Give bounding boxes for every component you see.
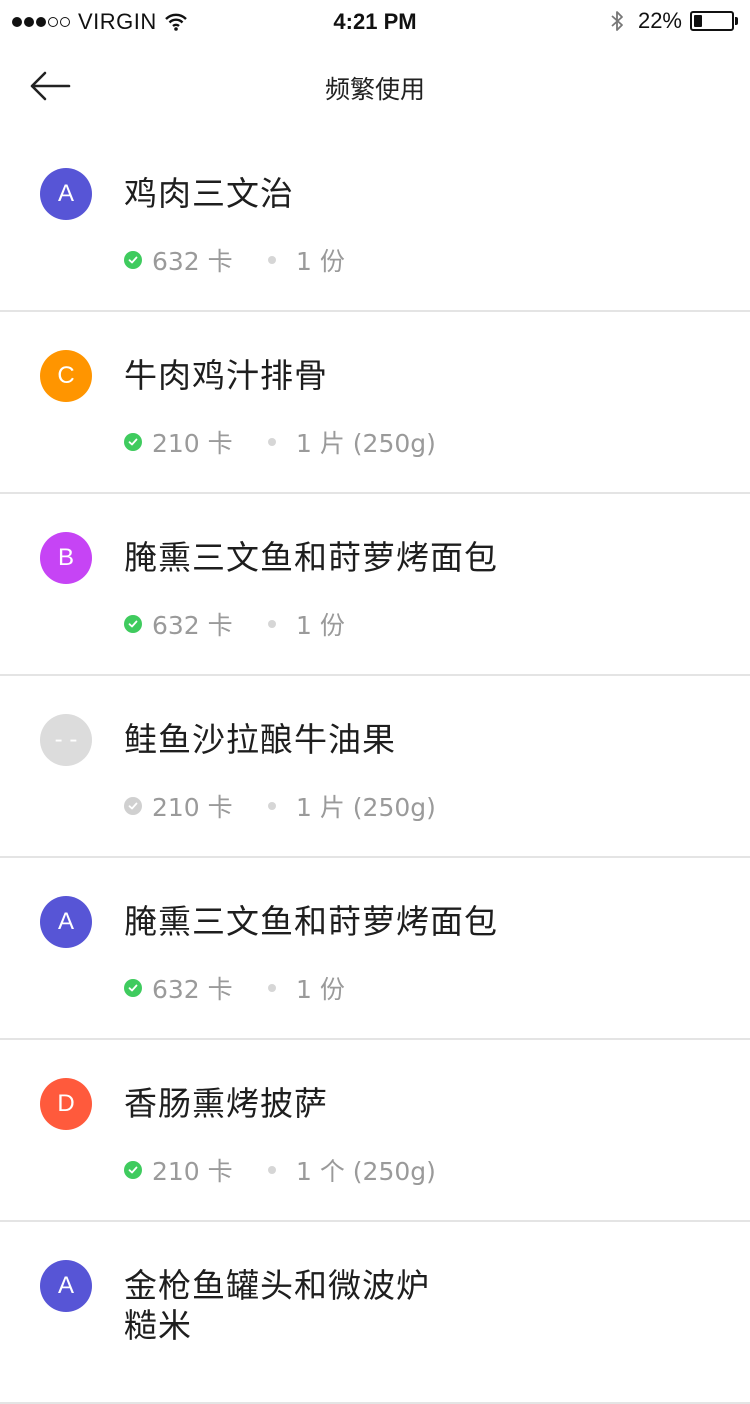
food-name: 腌熏三文鱼和莳萝烤面包: [124, 538, 498, 578]
bluetooth-icon: [610, 9, 624, 33]
food-name-line: 腌熏三文鱼和莳萝烤面包: [124, 538, 498, 577]
separator-dot: [268, 256, 276, 264]
check-circle-icon: [124, 1161, 142, 1179]
battery-icon: [690, 11, 734, 31]
portion: 1 份: [296, 247, 345, 276]
avatar: - -: [40, 714, 92, 766]
check-circle-icon: [124, 797, 142, 815]
separator-dot: [268, 984, 276, 992]
food-name: 鸡肉三文治: [124, 174, 294, 214]
calories: 210 卡: [152, 1157, 233, 1186]
separator-dot: [268, 802, 276, 810]
avatar: A: [40, 896, 92, 948]
food-name-line: 金枪鱼罐头和微波炉: [124, 1266, 430, 1305]
avatar: A: [40, 168, 92, 220]
battery-tip: [735, 17, 738, 25]
list-item[interactable]: - - 鲑鱼沙拉酿牛油果 210 卡 1 片 (250g): [0, 676, 750, 858]
avatar: B: [40, 532, 92, 584]
battery-level: [694, 15, 702, 27]
portion: 1 片 (250g): [296, 429, 436, 458]
food-name-line: 鸡肉三文治: [124, 174, 294, 213]
food-name: 香肠熏烤披萨: [124, 1084, 328, 1124]
food-name: 鲑鱼沙拉酿牛油果: [124, 720, 396, 760]
calories: 632 卡: [152, 611, 233, 640]
separator-dot: [268, 620, 276, 628]
portion: 1 片 (250g): [296, 793, 436, 822]
avatar: A: [40, 1260, 92, 1312]
portion: 1 个 (250g): [296, 1157, 436, 1186]
list-item[interactable]: C 牛肉鸡汁排骨 210 卡 1 片 (250g): [0, 312, 750, 494]
food-meta: 210 卡 1 片 (250g): [124, 788, 436, 824]
list-item[interactable]: D 香肠熏烤披萨 210 卡 1 个 (250g): [0, 1040, 750, 1222]
check-circle-icon: [124, 251, 142, 269]
food-meta: 210 卡 1 个 (250g): [124, 1152, 436, 1188]
food-meta: 210 卡 1 片 (250g): [124, 424, 436, 460]
food-name-line: 香肠熏烤披萨: [124, 1084, 328, 1123]
calories: 632 卡: [152, 247, 233, 276]
food-meta: 632 卡 1 份: [124, 970, 345, 1006]
status-right: 22%: [610, 8, 738, 34]
nav-bar: 频繁使用: [0, 42, 750, 130]
list-item[interactable]: A 腌熏三文鱼和莳萝烤面包 632 卡 1 份: [0, 858, 750, 1040]
food-meta: 632 卡 1 份: [124, 606, 345, 642]
separator-dot: [268, 1166, 276, 1174]
page-title: 频繁使用: [324, 75, 425, 104]
list-item[interactable]: A 鸡肉三文治 632 卡 1 份: [0, 130, 750, 312]
avatar: C: [40, 350, 92, 402]
check-circle-icon: [124, 615, 142, 633]
food-name: 腌熏三文鱼和莳萝烤面包: [124, 902, 498, 942]
avatar: D: [40, 1078, 92, 1130]
calories: 210 卡: [152, 429, 233, 458]
calories: 210 卡: [152, 793, 233, 822]
list-item[interactable]: A 金枪鱼罐头和微波炉 糙米: [0, 1222, 750, 1404]
calories: 632 卡: [152, 975, 233, 1004]
separator-dot: [268, 438, 276, 446]
food-name: 金枪鱼罐头和微波炉 糙米: [124, 1266, 430, 1346]
food-meta: 632 卡 1 份: [124, 242, 345, 278]
food-name-line: 糙米: [124, 1306, 192, 1345]
portion: 1 份: [296, 611, 345, 640]
food-list: A 鸡肉三文治 632 卡 1 份 C 牛肉鸡汁排骨 210 卡 1 片 (250g) B 腌熏三…: [0, 130, 750, 1404]
portion: 1 份: [296, 975, 345, 1004]
list-item[interactable]: B 腌熏三文鱼和莳萝烤面包 632 卡 1 份: [0, 494, 750, 676]
food-name-line: 腌熏三文鱼和莳萝烤面包: [124, 902, 498, 941]
check-circle-icon: [124, 433, 142, 451]
battery-percentage: 22%: [637, 8, 682, 33]
check-circle-icon: [124, 979, 142, 997]
food-name-line: 牛肉鸡汁排骨: [124, 356, 328, 395]
food-name-line: 鲑鱼沙拉酿牛油果: [124, 720, 396, 759]
status-bar: VIRGIN 4:21 PM 22%: [0, 0, 750, 42]
food-name: 牛肉鸡汁排骨: [124, 356, 328, 396]
